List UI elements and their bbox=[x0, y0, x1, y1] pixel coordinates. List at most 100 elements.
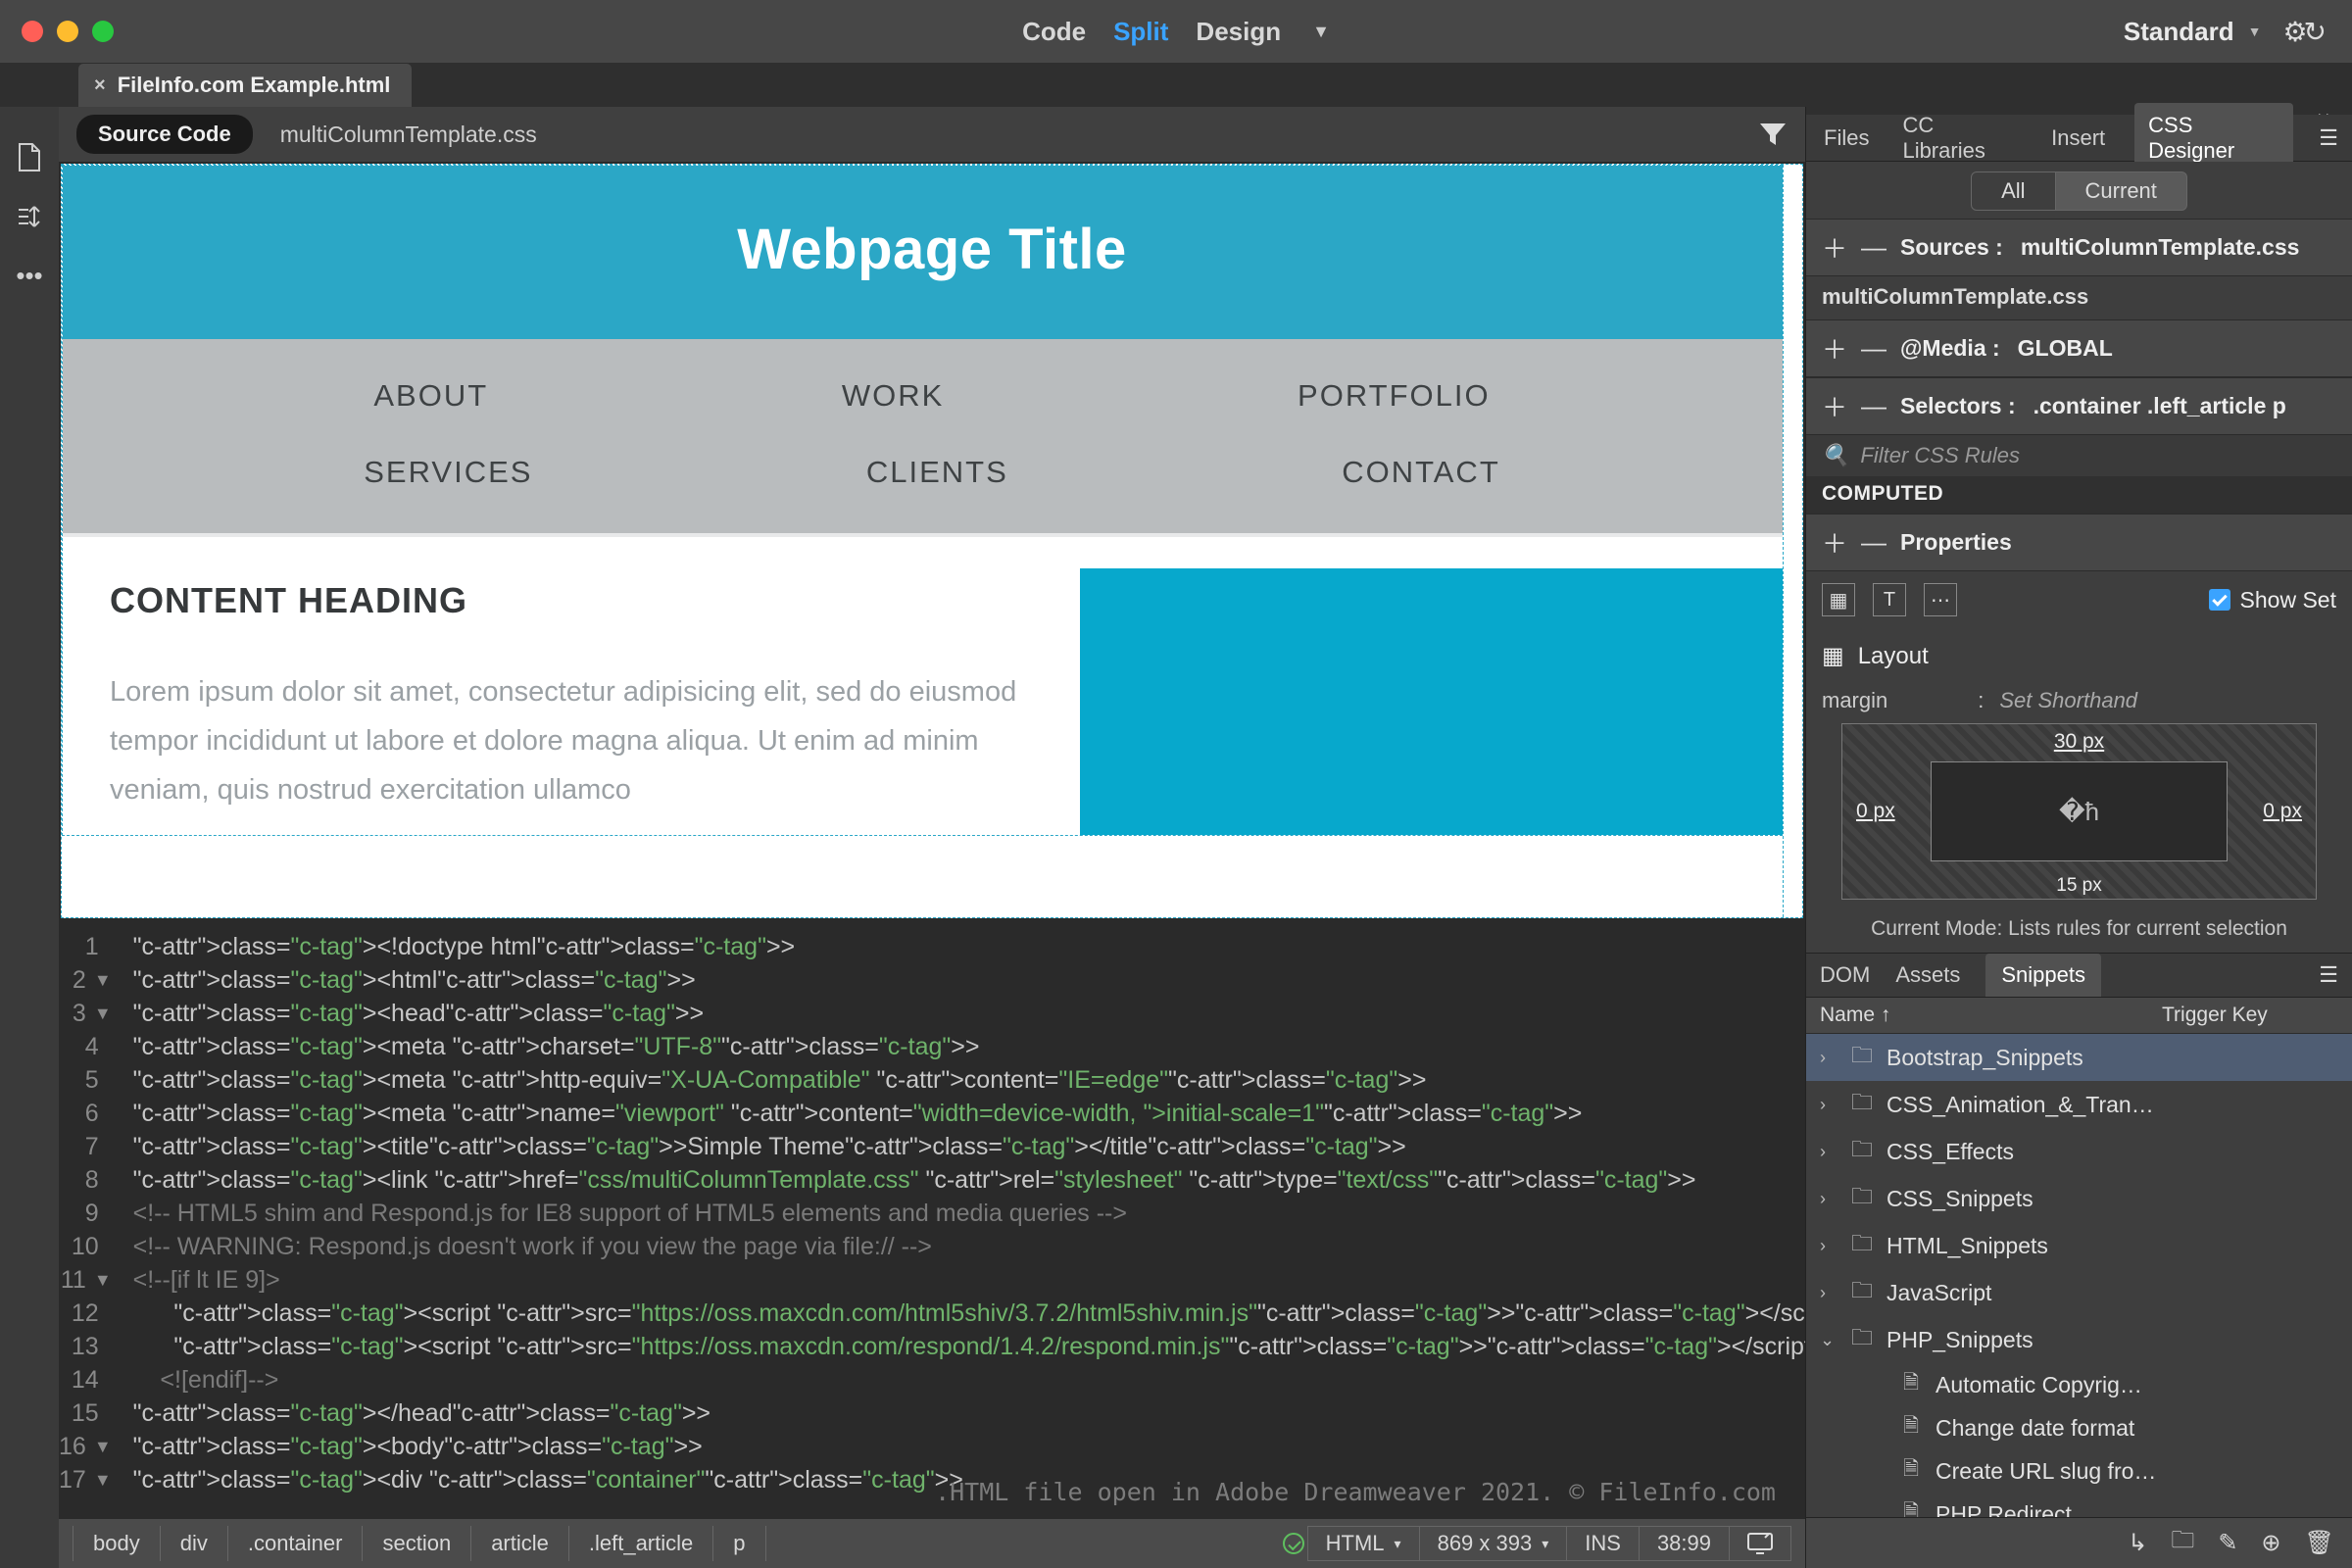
css-scope-all[interactable]: All bbox=[1971, 172, 2055, 211]
preview-content-heading: CONTENT HEADING bbox=[110, 580, 1033, 621]
filter-icon[interactable] bbox=[1758, 121, 1788, 148]
current-mode-text: Current Mode: Lists rules for current se… bbox=[1806, 907, 2352, 953]
add-source-icon[interactable]: ＋ bbox=[1822, 229, 1843, 266]
snippets-file[interactable]: 🗎Create URL slug fro… bbox=[1806, 1449, 2352, 1493]
insert-snippet-icon[interactable]: ↳ bbox=[2128, 1529, 2147, 1557]
show-set-toggle[interactable]: Show Set bbox=[2209, 587, 2336, 613]
css-scope-current[interactable]: Current bbox=[2056, 172, 2187, 211]
tag-crumb[interactable]: .container bbox=[228, 1526, 364, 1561]
view-mode-dropdown-icon[interactable]: ▼ bbox=[1312, 22, 1330, 42]
col-name[interactable]: Name ↑ bbox=[1820, 1004, 2162, 1027]
panel-tab-assets[interactable]: Assets bbox=[1895, 962, 1960, 988]
layout-category-icon[interactable]: ▦ bbox=[1822, 583, 1855, 616]
lint-ok-icon[interactable] bbox=[1279, 1529, 1308, 1558]
add-property-icon[interactable]: ＋ bbox=[1822, 524, 1843, 561]
status-bar: body div .container section article .lef… bbox=[59, 1519, 1805, 1568]
box-model-diagram[interactable]: 30 px 0 px 0 px 15 px �ħ bbox=[1841, 723, 2317, 900]
doc-type-selector[interactable]: HTML▾ bbox=[1307, 1526, 1420, 1561]
margin-top-value[interactable]: 30 px bbox=[2054, 730, 2104, 754]
snippets-file[interactable]: 🗎Automatic Copyrig… bbox=[1806, 1363, 2352, 1406]
properties-section-header[interactable]: ＋ — Properties bbox=[1806, 514, 2352, 571]
margin-bottom-value[interactable]: 15 px bbox=[2056, 875, 2101, 897]
snippets-folder[interactable]: ›🗀CSS_Animation_&_Tran… bbox=[1806, 1081, 2352, 1128]
real-time-preview-icon[interactable] bbox=[1729, 1526, 1791, 1561]
add-selector-icon[interactable]: ＋ bbox=[1822, 388, 1843, 424]
tag-crumb[interactable]: .left_article bbox=[569, 1526, 713, 1561]
preview-nav: ABOUT WORK PORTFOLIO SERVICES CLIENTS CO… bbox=[63, 339, 1801, 533]
tag-crumb[interactable]: article bbox=[471, 1526, 569, 1561]
panel-tab-dom[interactable]: DOM bbox=[1820, 962, 1870, 988]
box-model-center-icon[interactable]: �ħ bbox=[1931, 761, 2228, 861]
snippets-column-header[interactable]: Name ↑ Trigger Key bbox=[1806, 998, 2352, 1034]
tag-crumb[interactable]: p bbox=[713, 1526, 765, 1561]
snippets-folder[interactable]: ›🗀JavaScript bbox=[1806, 1269, 2352, 1316]
preview-nav-item: CONTACT bbox=[1342, 455, 1500, 490]
close-tab-icon[interactable]: × bbox=[94, 74, 106, 97]
media-section-header[interactable]: ＋ — @Media : GLOBAL bbox=[1806, 319, 2352, 377]
code-editor[interactable]: 1 2▼3▼4 5 6 7 8 9 10 11▼12 13 14 15 16▼1… bbox=[59, 920, 1805, 1519]
view-split-tab[interactable]: Split bbox=[1113, 17, 1168, 47]
source-item[interactable]: multiColumnTemplate.css bbox=[1806, 276, 2352, 319]
margin-right-value[interactable]: 0 px bbox=[2263, 800, 2302, 823]
panel-tab-files[interactable]: Files bbox=[1820, 120, 1873, 157]
panel-footer: ↳ 🗀 ✎ ⊕ 🗑 bbox=[1806, 1517, 2352, 1568]
snippets-file[interactable]: 🗎Change date format bbox=[1806, 1406, 2352, 1449]
viewport-size-selector[interactable]: 869 x 393▾ bbox=[1419, 1526, 1568, 1561]
source-code-button[interactable]: Source Code bbox=[76, 115, 253, 154]
panel-tab-insert[interactable]: Insert bbox=[2047, 120, 2109, 157]
filter-css-rules[interactable]: 🔍 Filter CSS Rules bbox=[1806, 435, 2352, 476]
manage-sites-icon[interactable] bbox=[14, 201, 45, 232]
zoom-window-button[interactable] bbox=[92, 21, 114, 42]
remove-source-icon[interactable]: — bbox=[1861, 232, 1883, 263]
sync-settings-icon[interactable]: ⚙↻ bbox=[2282, 16, 2323, 48]
view-code-tab[interactable]: Code bbox=[1022, 17, 1086, 47]
document-tab[interactable]: × FileInfo.com Example.html bbox=[78, 64, 412, 107]
preview-page-title: Webpage Title bbox=[63, 217, 1801, 282]
snippets-folder[interactable]: ⌄🗀PHP_Snippets bbox=[1806, 1316, 2352, 1363]
document-tab-label: FileInfo.com Example.html bbox=[118, 73, 391, 98]
panel2-menu-icon[interactable]: ☰ bbox=[2319, 962, 2338, 988]
snippets-folder[interactable]: ›🗀Bootstrap_Snippets bbox=[1806, 1034, 2352, 1081]
code-lines[interactable]: "c-attr">class="c-tag"><!doctype html"c-… bbox=[123, 920, 1805, 1519]
snippets-folder[interactable]: ›🗀CSS_Effects bbox=[1806, 1128, 2352, 1175]
col-trigger[interactable]: Trigger Key bbox=[2162, 1004, 2338, 1027]
margin-left-value[interactable]: 0 px bbox=[1856, 800, 1895, 823]
panel-tab-snippets[interactable]: Snippets bbox=[1985, 954, 2101, 997]
right-panel: ▸▸ Files CC Libraries Insert CSS Designe… bbox=[1805, 107, 2352, 1568]
related-file-link[interactable]: multiColumnTemplate.css bbox=[280, 122, 537, 148]
remove-selector-icon[interactable]: — bbox=[1861, 391, 1883, 421]
view-design-tab[interactable]: Design bbox=[1196, 17, 1281, 47]
new-snippet-folder-icon[interactable]: 🗀 bbox=[2171, 1523, 2194, 1563]
insert-mode-indicator[interactable]: INS bbox=[1566, 1526, 1640, 1561]
tag-crumb[interactable]: section bbox=[363, 1526, 471, 1561]
more-category-icon[interactable]: ⋯ bbox=[1924, 583, 1957, 616]
more-tools-icon[interactable]: ••• bbox=[14, 260, 45, 291]
minimize-window-button[interactable] bbox=[57, 21, 78, 42]
delete-snippet-icon[interactable]: 🗑 bbox=[2305, 1529, 2334, 1557]
margin-shorthand-input[interactable]: Set Shorthand bbox=[1999, 688, 2137, 713]
snippets-folder[interactable]: ›🗀HTML_Snippets bbox=[1806, 1222, 2352, 1269]
snippets-tree[interactable]: ›🗀Bootstrap_Snippets›🗀CSS_Animation_&_Tr… bbox=[1806, 1034, 2352, 1517]
add-media-icon[interactable]: ＋ bbox=[1822, 330, 1843, 367]
preview-nav-item: CLIENTS bbox=[866, 455, 1008, 490]
workspace-switcher[interactable]: Standard▼ bbox=[2124, 17, 2262, 47]
snippets-folder[interactable]: ›🗀CSS_Snippets bbox=[1806, 1175, 2352, 1222]
editor-area: Source Code multiColumnTemplate.css Webp… bbox=[59, 107, 1805, 1568]
close-window-button[interactable] bbox=[22, 21, 43, 42]
computed-row[interactable]: COMPUTED bbox=[1806, 476, 2352, 514]
live-preview[interactable]: Webpage Title ABOUT WORK PORTFOLIO SERVI… bbox=[61, 164, 1803, 918]
add-snippet-icon[interactable]: ⊕ bbox=[2261, 1529, 2280, 1557]
tag-crumb[interactable]: body bbox=[73, 1526, 161, 1561]
sources-section-header[interactable]: ＋ — Sources : multiColumnTemplate.css bbox=[1806, 219, 2352, 276]
panel-menu-icon[interactable]: ☰ bbox=[2319, 125, 2338, 151]
remove-media-icon[interactable]: — bbox=[1861, 333, 1883, 364]
snippets-file[interactable]: 🗎PHP Redirect bbox=[1806, 1493, 2352, 1517]
new-snippet-icon[interactable]: ✎ bbox=[2218, 1529, 2237, 1557]
checkbox-icon[interactable] bbox=[2209, 589, 2230, 611]
tag-crumb[interactable]: div bbox=[161, 1526, 228, 1561]
panel-tab-cclibraries[interactable]: CC Libraries bbox=[1898, 107, 2022, 170]
selectors-section-header[interactable]: ＋ — Selectors : .container .left_article… bbox=[1806, 377, 2352, 435]
text-category-icon[interactable]: T bbox=[1873, 583, 1906, 616]
remove-property-icon[interactable]: — bbox=[1861, 527, 1883, 558]
file-icon[interactable] bbox=[14, 142, 45, 173]
